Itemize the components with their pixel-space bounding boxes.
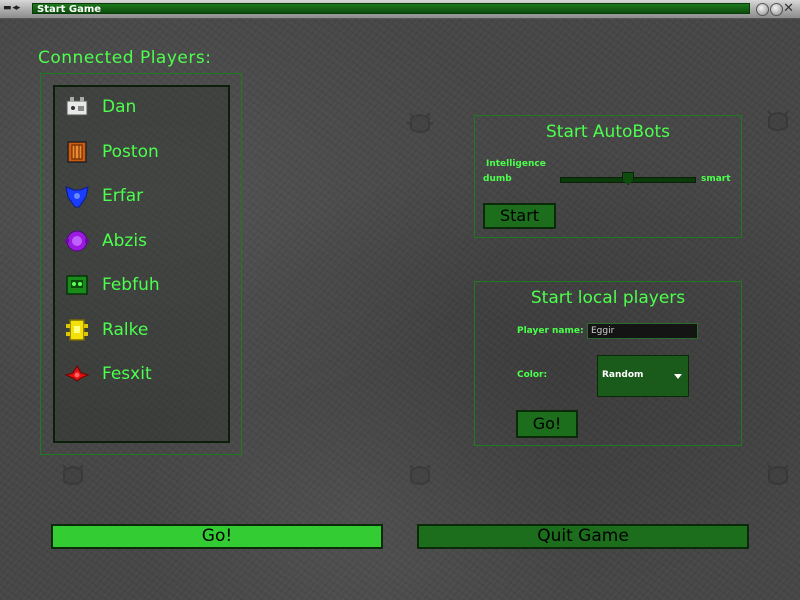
- connected-players-heading: Connected Players:: [38, 48, 212, 68]
- player-name: Febfuh: [102, 275, 160, 295]
- bug-watermark-icon: [767, 110, 789, 131]
- color-selected-value: Random: [602, 370, 644, 380]
- window-title: Start Game: [32, 3, 750, 15]
- purple-robot-icon: [65, 230, 89, 252]
- orange-robot-icon: [67, 141, 87, 163]
- list-item[interactable]: Dan: [64, 93, 136, 121]
- list-item[interactable]: Febfuh: [64, 271, 160, 299]
- chevron-down-icon: [674, 374, 682, 379]
- list-item[interactable]: Erfar: [64, 182, 143, 210]
- intelligence-label: Intelligence: [486, 159, 546, 169]
- dumb-label: dumb: [483, 174, 512, 184]
- quit-game-button[interactable]: Quit Game: [417, 524, 749, 549]
- start-autobots-button[interactable]: Start: [483, 203, 556, 229]
- list-item[interactable]: Poston: [64, 138, 159, 166]
- smart-label: smart: [701, 174, 731, 184]
- blue-robot-icon: [65, 186, 89, 208]
- player-name-field[interactable]: [587, 323, 698, 339]
- bug-watermark-icon: [62, 464, 84, 485]
- player-name: Erfar: [102, 186, 144, 206]
- color-select[interactable]: Random: [597, 355, 689, 397]
- green-robot-icon: [66, 275, 88, 295]
- local-players-title: Start local players: [530, 288, 686, 308]
- player-name: Abzis: [102, 231, 147, 251]
- player-name-label: Player name:: [517, 326, 584, 336]
- autobots-title: Start AutoBots: [546, 122, 670, 142]
- player-name: Ralke: [102, 320, 149, 340]
- minimize-icon[interactable]: [756, 3, 769, 16]
- player-name: Poston: [102, 142, 159, 162]
- list-item[interactable]: Fesxit: [64, 360, 152, 388]
- red-robot-icon: [64, 364, 90, 382]
- player-name: Dan: [102, 97, 137, 117]
- player-name: Fesxit: [102, 364, 152, 384]
- list-item[interactable]: Ralke: [64, 316, 148, 344]
- bug-watermark-icon: [406, 112, 434, 133]
- white-robot-icon: [66, 97, 88, 116]
- list-item[interactable]: Abzis: [64, 227, 147, 255]
- title-bar: ▬ ◂▸ Start Game ✕: [0, 0, 800, 19]
- go-button[interactable]: Go!: [51, 524, 383, 549]
- bug-watermark-icon: [767, 464, 789, 485]
- maximize-icon[interactable]: [770, 3, 783, 16]
- local-go-button[interactable]: Go!: [516, 410, 578, 438]
- color-label: Color:: [517, 370, 548, 380]
- window-menu-icon[interactable]: ▬ ◂▸: [3, 3, 20, 13]
- yellow-robot-icon: [66, 319, 88, 341]
- close-icon[interactable]: ✕: [783, 1, 794, 16]
- bug-watermark-icon: [409, 464, 431, 485]
